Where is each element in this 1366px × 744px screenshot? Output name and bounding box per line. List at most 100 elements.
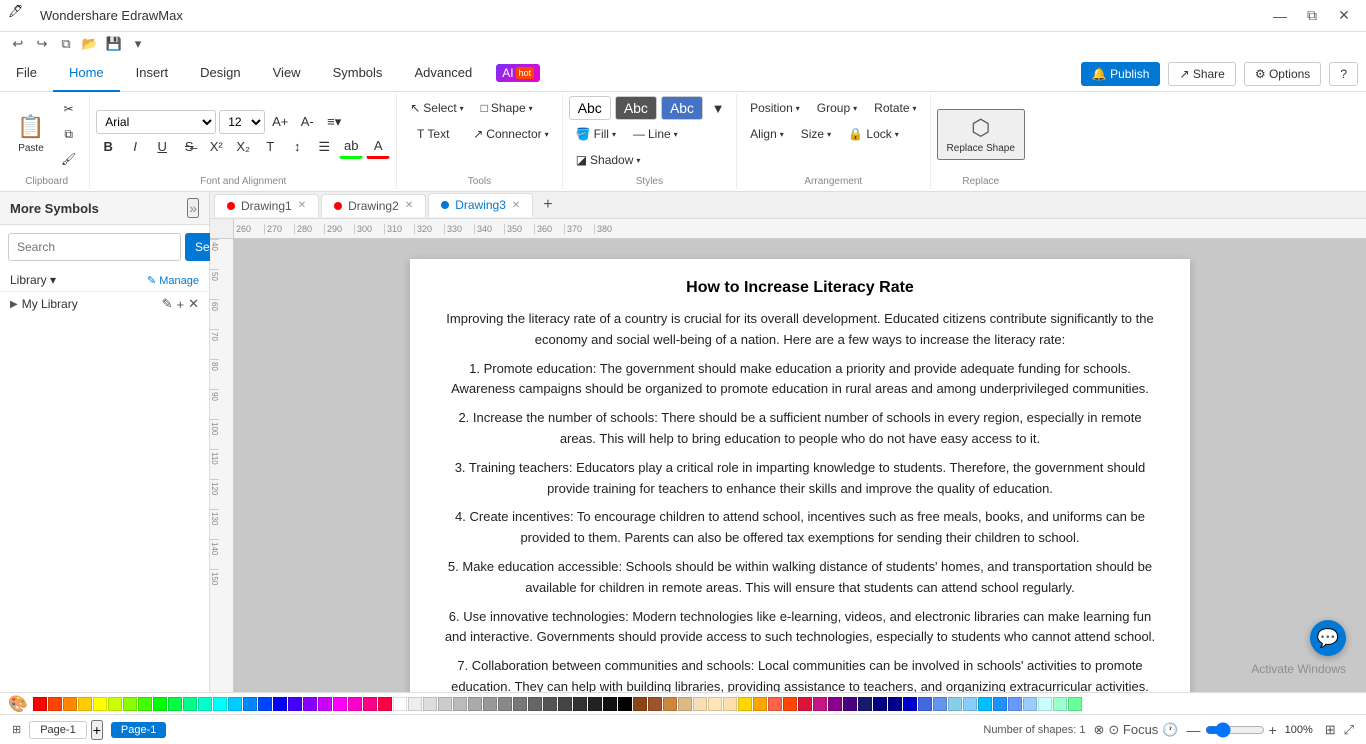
- color-swatch-56[interactable]: [873, 697, 887, 711]
- color-swatch-42[interactable]: [663, 697, 677, 711]
- color-swatch-36[interactable]: [573, 697, 587, 711]
- color-swatch-65[interactable]: [1008, 697, 1022, 711]
- tab-ai[interactable]: AI hot: [488, 56, 548, 92]
- color-swatch-18[interactable]: [303, 697, 317, 711]
- connector-button[interactable]: ↗ Connector ▾: [466, 122, 555, 146]
- color-swatch-22[interactable]: [363, 697, 377, 711]
- focus-button[interactable]: ⊙ Focus: [1108, 722, 1158, 738]
- doc-tab-drawing3[interactable]: Drawing3 ✕: [428, 193, 533, 217]
- line-button[interactable]: — Line ▾: [626, 122, 685, 146]
- color-swatch-47[interactable]: [738, 697, 752, 711]
- font-size-select[interactable]: 12: [219, 110, 265, 134]
- decrease-font-button[interactable]: A-: [295, 110, 319, 134]
- tab-file[interactable]: File: [0, 56, 53, 92]
- color-swatch-29[interactable]: [468, 697, 482, 711]
- color-swatch-14[interactable]: [243, 697, 257, 711]
- color-swatch-0[interactable]: [33, 697, 47, 711]
- color-swatch-10[interactable]: [183, 697, 197, 711]
- color-swatch-64[interactable]: [993, 697, 1007, 711]
- canvas-scroll-area[interactable]: How to Increase Literacy Rate Improving …: [234, 239, 1366, 692]
- my-library-close-button[interactable]: ✕: [188, 296, 199, 312]
- font-family-select[interactable]: Arial: [96, 110, 216, 134]
- color-swatch-25[interactable]: [408, 697, 422, 711]
- color-swatch-45[interactable]: [708, 697, 722, 711]
- color-swatch-46[interactable]: [723, 697, 737, 711]
- clock-button[interactable]: 🕐: [1162, 722, 1178, 738]
- color-swatch-67[interactable]: [1038, 697, 1052, 711]
- save-button[interactable]: 💾: [104, 34, 124, 54]
- add-page-button[interactable]: +: [91, 720, 103, 740]
- add-tab-button[interactable]: +: [535, 192, 560, 218]
- page-tab-active[interactable]: Page-1: [111, 722, 166, 738]
- tab-close-3[interactable]: ✕: [512, 200, 520, 211]
- redo-button[interactable]: ↪: [32, 34, 52, 54]
- layers-button[interactable]: ⊗: [1094, 722, 1105, 738]
- color-swatch-39[interactable]: [618, 697, 632, 711]
- strikethrough-button[interactable]: S̶: [177, 135, 201, 159]
- color-swatch-31[interactable]: [498, 697, 512, 711]
- color-swatch-23[interactable]: [378, 697, 392, 711]
- color-swatch-1[interactable]: [48, 697, 62, 711]
- manage-link[interactable]: ✎ Manage: [147, 274, 199, 287]
- text-transform-button[interactable]: T: [258, 135, 282, 159]
- color-swatch-32[interactable]: [513, 697, 527, 711]
- zoom-slider[interactable]: [1205, 722, 1265, 738]
- list-button[interactable]: ☰: [312, 135, 336, 159]
- replace-shape-button[interactable]: ⬡ Replace Shape: [937, 109, 1025, 160]
- canvas-area[interactable]: 260 270 280 290 300 310 320 330 340 350 …: [210, 219, 1366, 692]
- fit-page-button[interactable]: ⊞: [1325, 722, 1336, 738]
- color-swatch-48[interactable]: [753, 697, 767, 711]
- shadow-button[interactable]: ◪ Shadow ▾: [569, 148, 648, 172]
- color-swatch-61[interactable]: [948, 697, 962, 711]
- bold-button[interactable]: B: [96, 135, 120, 159]
- underline-button[interactable]: U: [150, 135, 174, 159]
- color-swatch-6[interactable]: [123, 697, 137, 711]
- color-swatch-24[interactable]: [393, 697, 407, 711]
- color-swatch-35[interactable]: [558, 697, 572, 711]
- style-abc-2[interactable]: Abc: [615, 96, 657, 120]
- color-swatch-21[interactable]: [348, 697, 362, 711]
- publish-button[interactable]: 🔔 Publish: [1081, 62, 1161, 86]
- share-button[interactable]: ↗ Share: [1168, 62, 1235, 86]
- color-swatch-55[interactable]: [858, 697, 872, 711]
- color-swatch-53[interactable]: [828, 697, 842, 711]
- fullscreen-button[interactable]: ⤢: [1344, 722, 1354, 738]
- color-swatch-3[interactable]: [78, 697, 92, 711]
- color-swatch-58[interactable]: [903, 697, 917, 711]
- color-swatch-8[interactable]: [153, 697, 167, 711]
- align-button-2[interactable]: Align ▾: [743, 122, 791, 146]
- color-swatch-17[interactable]: [288, 697, 302, 711]
- undo-button[interactable]: ↩: [8, 34, 28, 54]
- tab-home[interactable]: Home: [53, 56, 120, 92]
- close-button[interactable]: ✕: [1330, 5, 1358, 27]
- doc-tab-drawing1[interactable]: Drawing1 ✕: [214, 194, 319, 217]
- doc-tab-drawing2[interactable]: Drawing2 ✕: [321, 194, 426, 217]
- color-swatch-62[interactable]: [963, 697, 977, 711]
- format-painter-button[interactable]: 🖌: [54, 147, 83, 171]
- color-swatch-11[interactable]: [198, 697, 212, 711]
- tab-design[interactable]: Design: [184, 56, 256, 92]
- subscript-button[interactable]: X₂: [231, 135, 255, 159]
- text-color-button[interactable]: A: [366, 135, 390, 159]
- color-swatch-68[interactable]: [1053, 697, 1067, 711]
- tab-view[interactable]: View: [257, 56, 317, 92]
- color-swatch-44[interactable]: [693, 697, 707, 711]
- italic-button[interactable]: I: [123, 135, 147, 159]
- shape-button[interactable]: □ Shape ▾: [474, 96, 540, 120]
- superscript-button[interactable]: X²: [204, 135, 228, 159]
- color-swatch-19[interactable]: [318, 697, 332, 711]
- color-picker-icon[interactable]: 🎨: [8, 694, 28, 714]
- tab-symbols[interactable]: Symbols: [317, 56, 399, 92]
- tab-close-1[interactable]: ✕: [298, 200, 306, 211]
- copy-button[interactable]: ⧉: [54, 122, 83, 146]
- color-swatch-15[interactable]: [258, 697, 272, 711]
- color-swatch-37[interactable]: [588, 697, 602, 711]
- color-swatch-52[interactable]: [813, 697, 827, 711]
- tab-advanced[interactable]: Advanced: [398, 56, 488, 92]
- search-input[interactable]: [8, 233, 181, 261]
- zoom-in-button[interactable]: +: [1269, 722, 1277, 738]
- options-button[interactable]: ⚙ Options: [1244, 62, 1321, 86]
- my-library-edit-button[interactable]: ✎: [162, 296, 173, 312]
- minimize-button[interactable]: —: [1266, 5, 1294, 27]
- zoom-out-button[interactable]: —: [1187, 722, 1201, 738]
